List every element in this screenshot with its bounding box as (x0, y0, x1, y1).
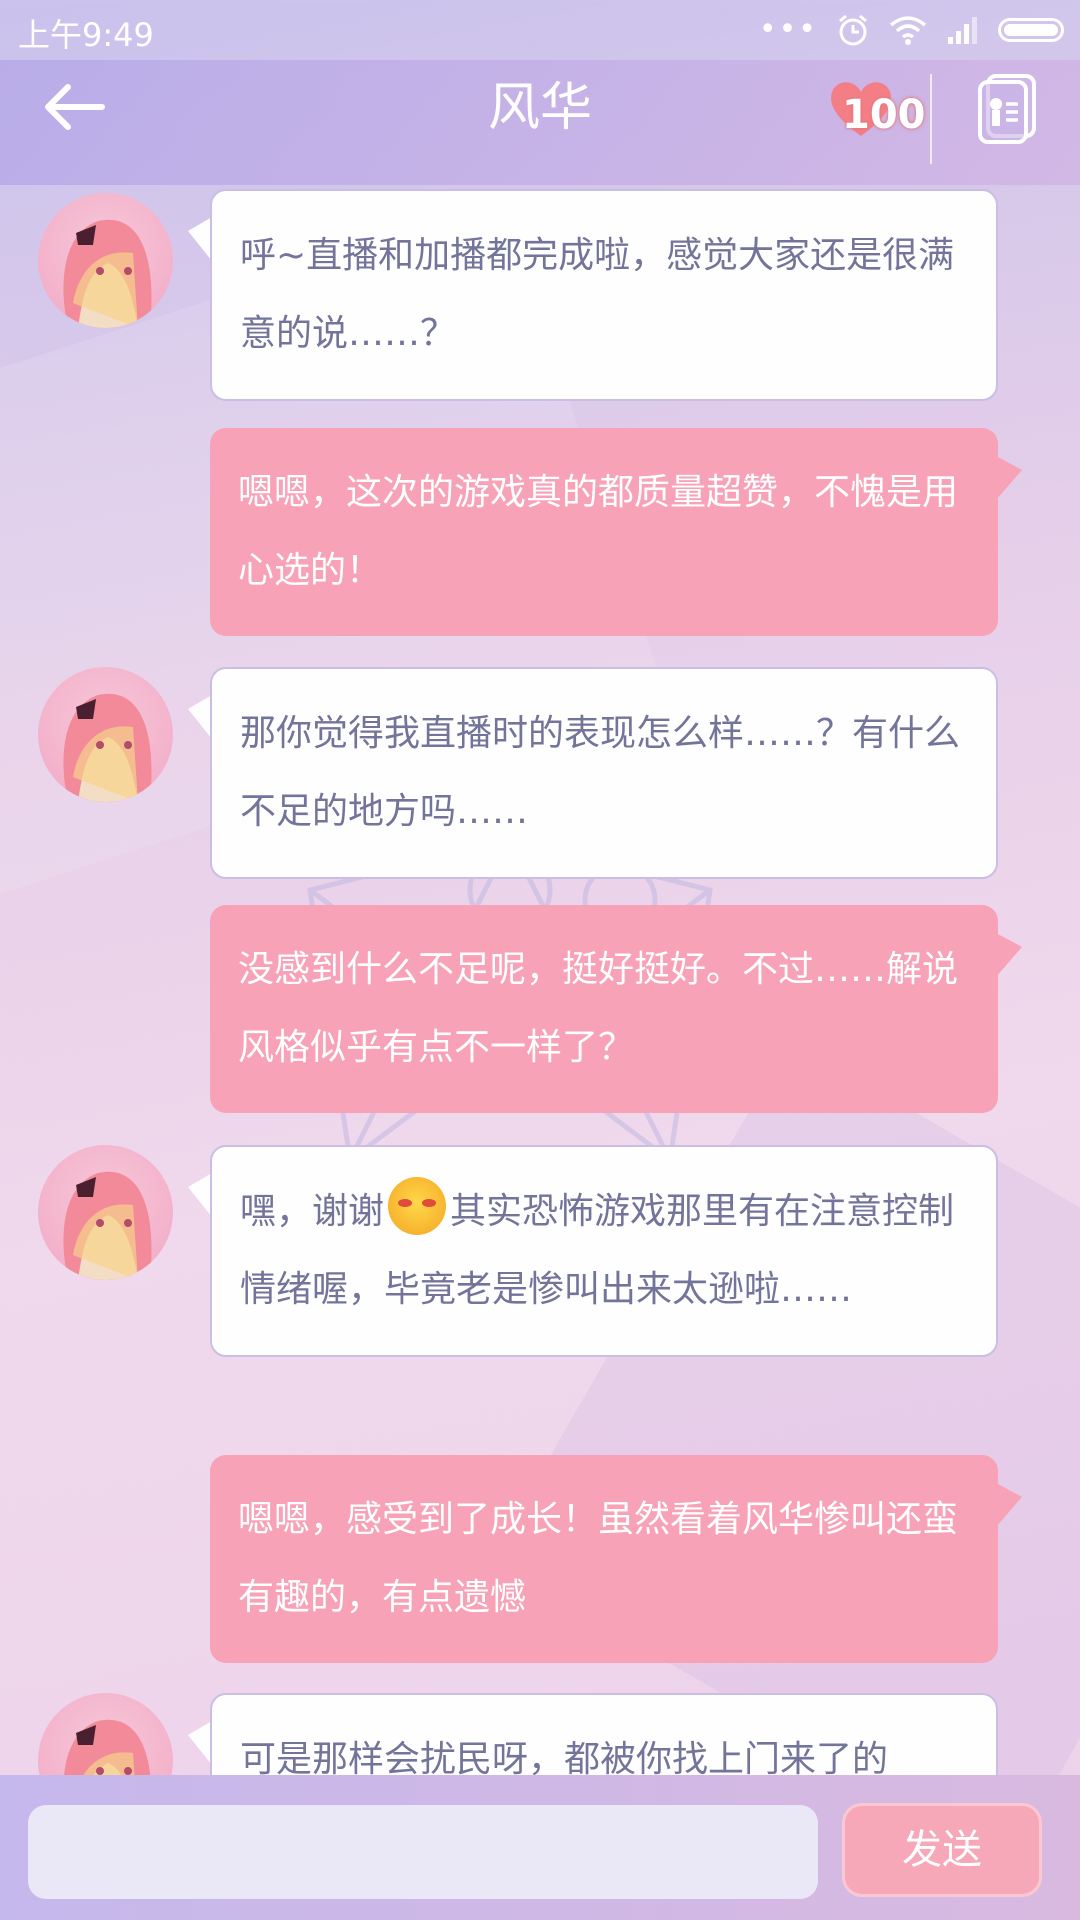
send-button[interactable]: 发送 (842, 1803, 1042, 1897)
message-bubble[interactable]: 呼~直播和加播都完成啦，感觉大家还是很满意的说……？ (210, 189, 998, 401)
bubble-tail (996, 1483, 1022, 1527)
nav-divider (930, 74, 932, 164)
message-text: 嗯嗯，这次的游戏真的都质量超赞，不愧是用心选的！ (238, 472, 959, 591)
dots-icon: ••• (758, 12, 818, 47)
battery-icon (998, 18, 1064, 42)
avatar[interactable] (38, 667, 173, 802)
avatar[interactable] (38, 193, 173, 328)
status-bar: 上午9:49 ••• (0, 0, 1080, 60)
input-bar: 发送 (0, 1775, 1080, 1920)
message-bubble[interactable]: 没感到什么不足呢，挺好挺好。不过……解说风格似乎有点不一样了？ (210, 905, 998, 1113)
profile-card-icon[interactable] (976, 70, 1040, 148)
avatar[interactable] (38, 1145, 173, 1280)
wifi-icon (889, 16, 927, 45)
nav-bar: 风华 100 (0, 60, 1080, 185)
chat-area[interactable]: 呼~直播和加播都完成啦，感觉大家还是很满意的说……？ 嗯嗯，这次的游戏真的都质量… (0, 185, 1080, 1775)
bubble-tail (188, 695, 212, 739)
message-text: 呼~直播和加播都完成啦，感觉大家还是很满意的说……？ (240, 235, 955, 354)
avatar[interactable] (38, 1693, 173, 1775)
bubble-tail (188, 1721, 212, 1765)
signal-icon (948, 17, 977, 44)
message-bubble[interactable]: 可是那样会扰民呀，都被你找上门来了的 (210, 1693, 998, 1775)
alarm-icon (839, 14, 867, 46)
bubble-tail (996, 456, 1022, 500)
message-text: 嗯嗯，感受到了成长！虽然看着风华惨叫还蛮有趣的，有点遗憾 (238, 1499, 959, 1618)
blushing-face-emoji-icon (388, 1177, 447, 1235)
message-text: 嘿，谢谢 (240, 1191, 385, 1232)
message-text: 可是那样会扰民呀，都被你找上门来了的 (240, 1739, 889, 1775)
message-bubble[interactable]: 嗯嗯，感受到了成长！虽然看着风华惨叫还蛮有趣的，有点遗憾 (210, 1455, 998, 1663)
message-bubble[interactable]: 嘿，谢谢 其实恐怖游戏那里有在注意控制情绪喔，毕竟老是惨叫出来太逊啦…… (210, 1145, 998, 1357)
affection-value: 100 (842, 92, 926, 138)
message-input[interactable] (28, 1805, 818, 1899)
bubble-tail (996, 933, 1022, 977)
message-bubble[interactable]: 那你觉得我直播时的表现怎么样……？有什么不足的地方吗…… (210, 667, 998, 879)
bubble-tail (188, 217, 212, 261)
status-time: 上午9:49 (18, 16, 154, 54)
bubble-tail (188, 1173, 212, 1217)
status-icons: ••• (759, 10, 1064, 50)
message-text: 没感到什么不足呢，挺好挺好。不过……解说风格似乎有点不一样了？ (238, 949, 959, 1068)
message-text: 那你觉得我直播时的表现怎么样……？有什么不足的地方吗…… (240, 713, 961, 832)
message-bubble[interactable]: 嗯嗯，这次的游戏真的都质量超赞，不愧是用心选的！ (210, 428, 998, 636)
affection-indicator: 100 (826, 74, 926, 154)
